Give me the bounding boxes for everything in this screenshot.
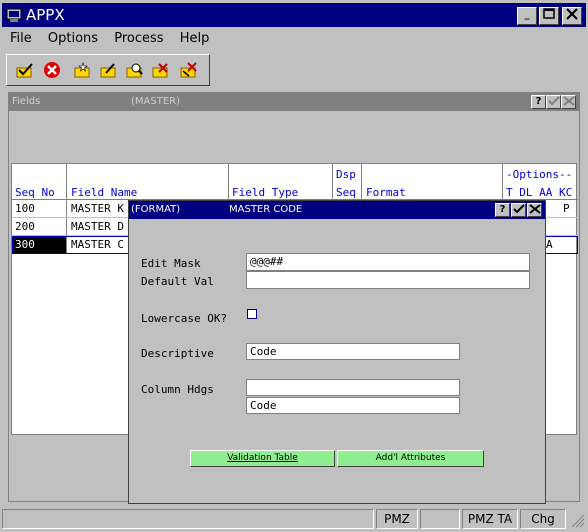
default-val-field[interactable] bbox=[246, 271, 530, 289]
minimize-button[interactable]: _ bbox=[517, 7, 537, 25]
header-dsp: Dsp bbox=[336, 168, 356, 181]
default-val-label: Default Val bbox=[141, 275, 214, 288]
row-field-name: MASTER C bbox=[71, 238, 124, 251]
addl-attributes-button[interactable]: Add'l Attributes bbox=[337, 450, 484, 467]
ok-button[interactable] bbox=[13, 59, 37, 81]
menu-bar: File Options Process Help bbox=[10, 31, 221, 49]
edit-icon bbox=[100, 63, 116, 78]
delete-button[interactable] bbox=[149, 59, 173, 81]
format-title-right: MASTER CODE bbox=[229, 204, 303, 215]
header-field-name: Field Name bbox=[71, 186, 138, 199]
menu-file[interactable]: File bbox=[10, 31, 32, 46]
row-options: A bbox=[546, 238, 553, 251]
resize-grip[interactable] bbox=[568, 511, 586, 529]
cancel-button[interactable] bbox=[40, 59, 64, 81]
format-close-button[interactable] bbox=[527, 203, 542, 217]
format-help-button[interactable]: ? bbox=[495, 203, 510, 217]
header-format: Format bbox=[366, 186, 406, 199]
header-field-type: Field Type bbox=[232, 186, 299, 199]
header-options: -Options-- bbox=[506, 168, 573, 181]
fields-ok-button[interactable] bbox=[546, 95, 561, 109]
status-cell bbox=[2, 509, 374, 529]
header-seq-no: Seq No bbox=[15, 186, 55, 199]
menu-help[interactable]: Help bbox=[180, 31, 210, 46]
column-hdgs-label: Column Hdgs bbox=[141, 383, 214, 396]
format-ok-button[interactable] bbox=[511, 203, 526, 217]
close-icon bbox=[528, 204, 541, 214]
fields-title: Fields bbox=[12, 96, 41, 107]
toolbar bbox=[6, 54, 210, 86]
window-title: APPX bbox=[26, 6, 65, 24]
header-options-cols: T DL AA KC bbox=[506, 186, 573, 199]
resize-grip-icon bbox=[571, 514, 585, 528]
column-hdg2-field[interactable]: Code bbox=[246, 397, 460, 414]
delete-all-icon bbox=[180, 62, 197, 78]
status-cell: Chg bbox=[520, 509, 566, 529]
descriptive-field[interactable]: Code bbox=[246, 343, 460, 360]
format-title-left: (FORMAT) bbox=[131, 204, 181, 215]
close-icon bbox=[562, 96, 575, 106]
column-hdg1-field[interactable] bbox=[246, 379, 460, 396]
validation-table-button[interactable]: Validation Table bbox=[190, 450, 335, 467]
status-cell: PMZ bbox=[376, 509, 418, 529]
format-dialog: (FORMAT) MASTER CODE ? Edit Mask @@@## D… bbox=[128, 200, 546, 504]
format-titlebar: (FORMAT) MASTER CODE ? bbox=[129, 201, 545, 219]
header-seq: Seq bbox=[336, 186, 356, 199]
close-icon bbox=[566, 8, 578, 20]
new-icon bbox=[74, 62, 90, 78]
new-button[interactable] bbox=[71, 59, 95, 81]
lowercase-label: Lowercase OK? bbox=[141, 312, 228, 325]
row-seq: 200 bbox=[15, 220, 35, 233]
lowercase-checkbox[interactable] bbox=[247, 309, 257, 319]
edit-mask-label: Edit Mask bbox=[141, 257, 201, 270]
app-icon bbox=[6, 7, 22, 23]
delete-icon bbox=[152, 63, 168, 78]
maximize-button[interactable] bbox=[539, 7, 559, 25]
row-field-name: MASTER K bbox=[71, 202, 124, 215]
maximize-icon bbox=[543, 8, 555, 19]
row-seq: 300 bbox=[15, 238, 35, 251]
row-field-name: MASTER D bbox=[71, 220, 124, 233]
close-button[interactable] bbox=[562, 7, 582, 25]
edit-mask-field[interactable]: @@@## bbox=[246, 253, 530, 271]
check-icon bbox=[547, 96, 560, 106]
check-icon bbox=[512, 204, 525, 214]
delete-all-button[interactable] bbox=[177, 59, 201, 81]
fields-close-button[interactable] bbox=[561, 95, 576, 109]
inquire-button[interactable] bbox=[123, 59, 147, 81]
cancel-icon bbox=[44, 62, 60, 78]
fields-help-button[interactable]: ? bbox=[531, 95, 546, 109]
menu-process[interactable]: Process bbox=[114, 31, 163, 46]
fields-titlebar: Fields (MASTER) ? bbox=[9, 93, 579, 111]
inquire-icon bbox=[126, 63, 143, 78]
status-cell: PMZ TA bbox=[462, 509, 518, 529]
status-bar: PMZ PMZ TA Chg bbox=[0, 507, 588, 531]
descriptive-label: Descriptive bbox=[141, 347, 214, 360]
menu-options[interactable]: Options bbox=[48, 31, 98, 46]
row-seq: 100 bbox=[15, 202, 35, 215]
app-titlebar: APPX _ bbox=[2, 3, 586, 27]
ok-icon bbox=[16, 63, 33, 78]
fields-subtitle: (MASTER) bbox=[131, 96, 180, 107]
row-options: P bbox=[563, 202, 570, 215]
edit-button[interactable] bbox=[97, 59, 121, 81]
status-cell bbox=[420, 509, 460, 529]
